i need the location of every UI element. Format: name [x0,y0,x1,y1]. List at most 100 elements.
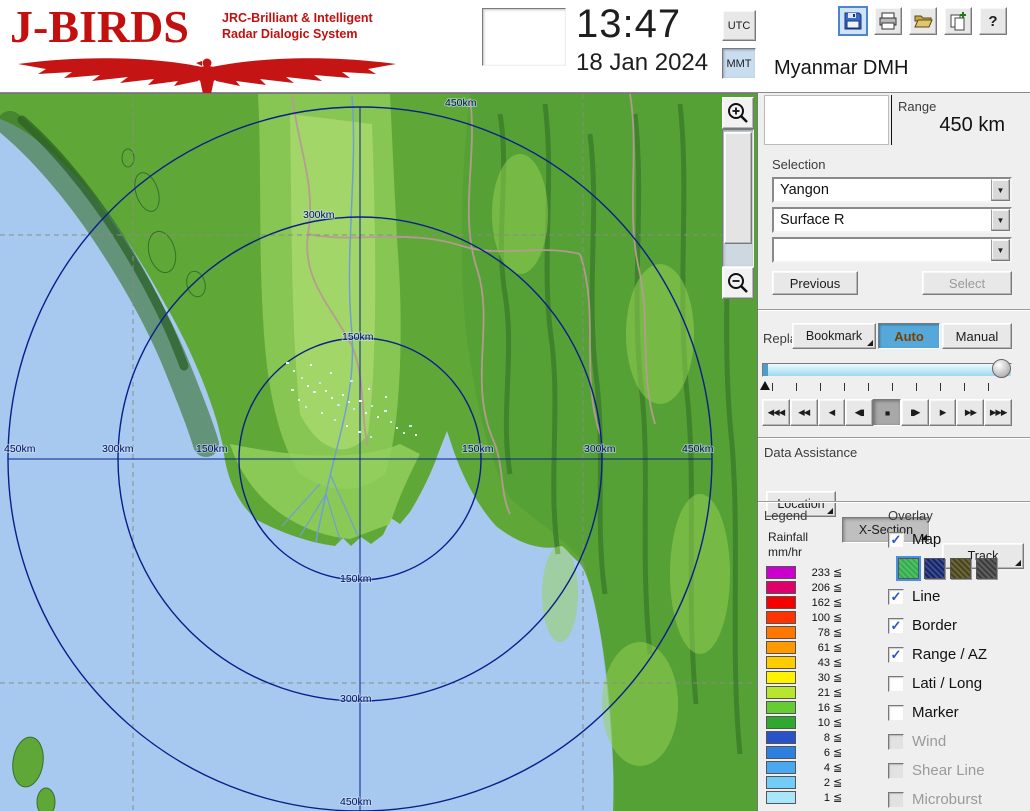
checkbox[interactable]: ✓ [888,589,904,605]
radar-echo [307,385,309,387]
manual-mode-button[interactable]: Manual [942,323,1012,349]
map-color-swatch[interactable] [898,558,919,579]
legend-lte-symbol: ≦ [833,656,842,669]
fast-rewind-button[interactable]: ◀◀ [790,399,818,426]
overlay-list: ✓ Map ✓ Line ✓Border✓Range / AZLati / Long Ma… [888,525,1030,811]
fast-forward-button[interactable]: ▶▶ [956,399,984,426]
clock-date: 18 Jan 2024 [576,49,708,77]
play-button[interactable]: ▶ [929,399,957,426]
open-button[interactable] [909,7,937,35]
section-divider [758,309,1030,311]
legend-color-swatch [766,791,796,804]
product-dropdown[interactable]: Surface R ▼ [772,207,1012,233]
radar-echo [293,370,295,372]
header-bar: J-BIRDS JRC-Brilliant & Intelligent Rada… [0,0,1030,93]
checkbox[interactable]: ✓ [888,618,904,634]
print-button[interactable] [874,7,902,35]
checkbox[interactable] [888,705,904,721]
checkbox[interactable] [888,676,904,692]
legend-color-swatch [766,731,796,744]
export-button[interactable] [944,7,972,35]
overlay-label: Microburst [912,791,982,808]
previous-button[interactable]: Previous [772,271,858,295]
legend-row: 206≦ [766,580,884,595]
site-dropdown[interactable]: Yangon ▼ [772,177,1012,203]
step-forward-button[interactable]: ▮▶ [901,399,929,426]
stop-button[interactable]: ■ [873,399,901,426]
legend-color-swatch [766,611,796,624]
radar-echo [346,425,348,427]
legend-lte-symbol: ≦ [833,731,842,744]
app-logo-subtitle: JRC-Brilliant & Intelligent Radar Dialog… [222,10,373,43]
legend-color-swatch [766,581,796,594]
chevron-down-icon[interactable]: ▼ [991,179,1010,201]
overlay-item-map[interactable]: ✓ Map [888,525,1030,554]
chevron-down-icon[interactable]: ▼ [991,239,1010,261]
save-icon [843,11,863,31]
legend-color-swatch [766,716,796,729]
radar-echo [321,412,323,414]
legend-row: 16≦ [766,700,884,715]
legend-value: 162 [800,597,830,609]
zoom-scrollbar-thumb[interactable] [724,132,752,244]
map-color-swatch[interactable] [924,558,945,579]
skip-to-start-button[interactable]: ◀◀◀ [762,399,790,426]
overlay-label: Marker [912,704,959,721]
replay-timeline-slider[interactable] [762,363,1012,377]
checkbox[interactable]: ✓ [888,532,904,548]
checkbox[interactable]: ✓ [888,647,904,663]
zoom-scrollbar[interactable] [722,129,754,267]
legend-scale: 233≦206≦162≦100≦78≦61≦43≦30≦21≦16≦10≦8≦6… [766,565,884,805]
overlay-label: Line [912,588,940,605]
zoom-out-button[interactable] [722,267,754,299]
radar-echo [334,419,336,421]
legend-color-swatch [766,566,796,579]
station-title: Myanmar DMH [774,57,908,80]
auto-mode-button[interactable]: Auto [878,323,940,349]
ring-label: 150km [196,443,228,455]
play-reverse-button[interactable]: ◀ [818,399,846,426]
overlay-item-range-az[interactable]: ✓Range / AZ [888,640,1030,669]
overlay-label: Map [912,531,941,548]
map-color-swatch[interactable] [976,558,997,579]
legend-lte-symbol: ≦ [833,776,842,789]
radar-map[interactable]: 450km300km150km150km300km450km450km300km… [0,94,757,811]
overlay-item-lati-long[interactable]: Lati / Long [888,669,1030,698]
legend-row: 2≦ [766,775,884,790]
site-dropdown-value: Yangon [774,182,991,198]
selection-label: Selection [772,157,825,172]
save-button[interactable] [839,7,867,35]
ring-label: 450km [682,443,714,455]
zoom-out-icon [726,271,750,295]
skip-to-end-button[interactable]: ▶▶▶ [984,399,1012,426]
zoom-in-button[interactable] [722,97,754,129]
overlay-item-marker[interactable]: Marker [888,698,1030,727]
legend-row: 61≦ [766,640,884,655]
overlay-item-line[interactable]: ✓ Line [888,582,1030,611]
replay-slider-handle[interactable] [992,359,1011,378]
step-back-button[interactable]: ◀▮ [845,399,873,426]
legend-row: 1≦ [766,790,884,805]
mmt-button[interactable]: MMT [722,48,756,79]
logo-subtitle-line2: Radar Dialogic System [222,26,373,42]
radar-map-area: 450km300km150km150km300km450km450km300km… [0,93,757,811]
zoom-controls [722,97,754,299]
overlay-item-border[interactable]: ✓Border [888,611,1030,640]
legend-value: 61 [800,642,830,654]
legend-row: 233≦ [766,565,884,580]
help-button[interactable]: ? [979,7,1007,35]
chevron-down-icon[interactable]: ▼ [991,209,1010,231]
product-display-box [764,95,889,145]
map-color-swatch[interactable] [950,558,971,579]
bookmark-button[interactable]: Bookmark [792,323,876,349]
select-button[interactable]: Select [922,271,1012,295]
overlay-label: Shear Line [912,762,985,779]
radar-echo [319,382,321,384]
eagle-logo-icon [12,54,402,96]
overlay-title: Overlay [888,508,933,523]
ring-label: 300km [584,443,616,455]
app-logo-title: J-BIRDS [10,4,189,50]
open-folder-icon [913,11,933,31]
utc-button[interactable]: UTC [722,10,756,41]
extra-dropdown[interactable]: ▼ [772,237,1012,263]
